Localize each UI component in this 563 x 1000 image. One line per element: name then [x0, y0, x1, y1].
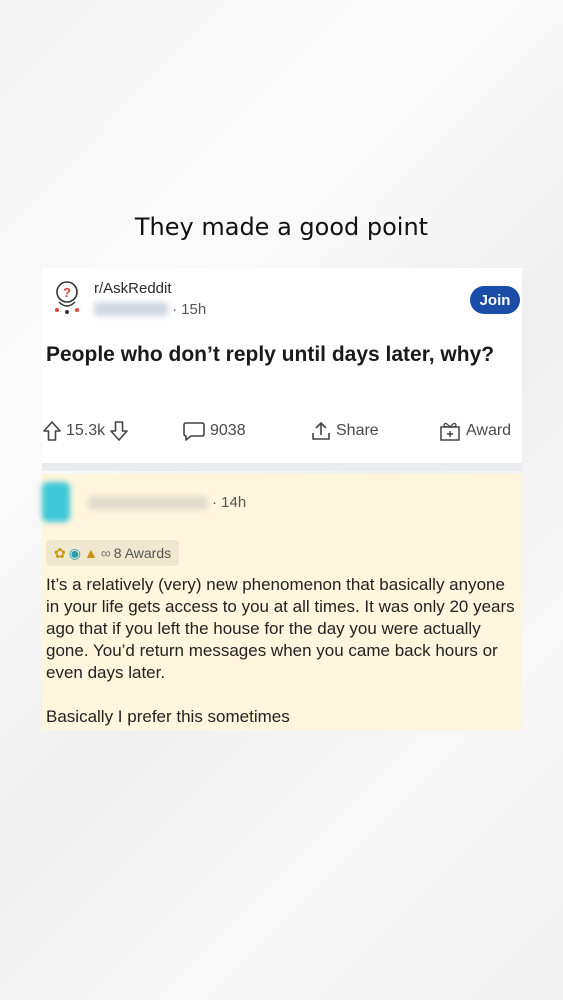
comment-count: 9038: [210, 422, 246, 439]
upvote-count: 15.3k: [66, 422, 106, 439]
vote-group: 15.3k: [42, 420, 129, 442]
blurred-username: [94, 302, 168, 316]
comment-time: · 14h: [212, 494, 247, 511]
join-button[interactable]: Join: [470, 286, 520, 314]
silver-award-icon: ◉: [68, 545, 81, 561]
comment-card: · 14h ✿ ◉ ▲ ∞ 8 Awards It’s a relatively…: [42, 474, 522, 730]
blurred-username: [88, 496, 208, 510]
triangle-award-icon: ▲: [83, 545, 98, 561]
post-card: ? r/AskReddit · 15h Join People who don’…: [42, 268, 522, 463]
caption-title: They made a good point: [134, 213, 429, 241]
downvote-icon[interactable]: [109, 420, 129, 442]
comments-button[interactable]: 9038: [182, 420, 246, 442]
share-label: Share: [336, 422, 379, 439]
post-title[interactable]: People who don’t reply until days later,…: [46, 342, 516, 368]
divider: [42, 463, 522, 471]
comment-body: It’s a relatively (very) new phenomenon …: [46, 575, 515, 682]
post-actions: 15.3k 9038 Share Award: [42, 420, 522, 450]
upvote-icon[interactable]: [42, 420, 62, 442]
share-icon: [310, 420, 332, 442]
gold-award-icon: ✿: [54, 545, 66, 561]
awards-count: 8 Awards: [113, 545, 172, 561]
award-icon: [438, 420, 462, 442]
comment-icon: [182, 420, 206, 442]
comment-body-second: Basically I prefer this sometimes: [46, 707, 290, 726]
avatar[interactable]: [42, 482, 70, 522]
bunny-award-icon: ∞: [100, 545, 111, 561]
share-button[interactable]: Share: [310, 420, 379, 442]
award-button[interactable]: Award: [438, 420, 511, 442]
svg-text:?: ?: [63, 285, 71, 300]
awards-badge[interactable]: ✿ ◉ ▲ ∞ 8 Awards: [46, 540, 180, 566]
subreddit-name[interactable]: r/AskReddit: [94, 280, 172, 297]
askreddit-icon[interactable]: ?: [50, 280, 84, 316]
post-time: · 15h: [172, 301, 207, 318]
award-label: Award: [466, 422, 512, 439]
